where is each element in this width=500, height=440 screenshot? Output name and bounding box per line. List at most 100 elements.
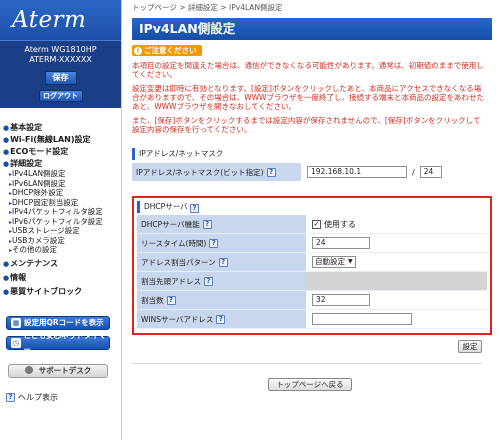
sidebar: Aterm Aterm WG1810HP ATERM-XXXXXX 保存 ログア… bbox=[0, 0, 122, 440]
dhcp-server-checkbox-label: 使用する bbox=[324, 219, 356, 229]
nav-sub-label: USBカメラ設定 bbox=[12, 235, 65, 245]
assign-count-row: 割当数 ? 32 bbox=[137, 291, 487, 310]
breadcrumb-current: IPv4LAN側設定 bbox=[229, 3, 283, 12]
bullet-icon: ● bbox=[3, 287, 10, 296]
assign-pattern-label-text: アドレス割当パターン bbox=[141, 257, 216, 267]
nav-malicious-site-block[interactable]: ●悪質サイトブロック bbox=[0, 286, 121, 298]
breadcrumb-separator: > bbox=[220, 3, 227, 12]
dhcp-section-heading: DHCPサーバ ? bbox=[137, 201, 487, 213]
dhcp-server-label: DHCPサーバ機能 ? bbox=[137, 215, 306, 233]
lease-time-input[interactable]: 24 bbox=[312, 237, 370, 249]
nav-label: ECOモード設定 bbox=[10, 147, 69, 156]
help-icon[interactable]: ? bbox=[209, 238, 219, 248]
assign-pattern-select[interactable]: 自動設定 ▼ bbox=[312, 256, 356, 268]
wins-server-label-text: WINSサーバアドレス bbox=[141, 314, 214, 324]
ip-netmask-value: 192.168.10.1 / 24 bbox=[301, 163, 492, 181]
support-icon bbox=[24, 366, 33, 374]
start-address-label: 割当先頭アドレス ? bbox=[137, 272, 306, 290]
logout-button[interactable]: ログアウト bbox=[38, 90, 83, 102]
nav-eco-mode[interactable]: ●ECOモード設定 bbox=[0, 146, 121, 158]
breadcrumb-top[interactable]: トップページ bbox=[132, 3, 177, 12]
help-icon[interactable]: ? bbox=[166, 295, 176, 305]
netmask-input[interactable]: 24 bbox=[419, 166, 442, 178]
wins-server-value bbox=[306, 310, 487, 328]
help-icon: ? bbox=[6, 393, 15, 402]
help-icon[interactable]: ? bbox=[204, 276, 213, 286]
nav-label: メンテナンス bbox=[10, 258, 58, 268]
kids-net-timer-button[interactable]: ◷ こども安心ネットタイマー bbox=[6, 331, 110, 354]
lease-time-label-text: リースタイム(時間) bbox=[141, 238, 207, 248]
caution-badge-label: ご注意ください bbox=[144, 46, 197, 55]
save-button[interactable]: 保存 bbox=[44, 71, 77, 85]
breadcrumb-advanced[interactable]: 詳細設定 bbox=[188, 3, 218, 12]
qr-code-icon: ▦ bbox=[11, 318, 21, 328]
nav-sub-label: IPv6LAN側設定 bbox=[12, 178, 66, 188]
nav-maintenance[interactable]: ●メンテナンス bbox=[0, 258, 121, 270]
qr-code-button[interactable]: ▦ 設定用QRコードを表示 bbox=[6, 316, 110, 330]
nav-wifi-settings[interactable]: ●Wi-Fi(無線LAN)設定 bbox=[0, 134, 121, 146]
nav-sub-label: IPv4LAN側設定 bbox=[12, 169, 66, 178]
ip-address-input[interactable]: 192.168.10.1 bbox=[307, 166, 407, 178]
breadcrumb-separator: > bbox=[179, 3, 186, 12]
caution-badge: ! ご注意ください bbox=[132, 45, 202, 56]
main-content: トップページ > 詳細設定 > IPv4LAN側設定 IPv4LAN側設定 ! … bbox=[132, 0, 492, 391]
ip-section: IPアドレス/ネットマスク IPアドレス/ネットマスク(ビット指定) ? 192… bbox=[132, 148, 492, 182]
dhcp-server-label-text: DHCPサーバ機能 bbox=[141, 219, 200, 229]
lease-time-label: リースタイム(時間) ? bbox=[137, 234, 306, 252]
wins-server-input[interactable] bbox=[312, 313, 412, 325]
help-icon[interactable]: ? bbox=[266, 167, 276, 177]
sidebar-nav: ●基本設定 ●Wi-Fi(無線LAN)設定 ●ECOモード設定 ●詳細設定 ▸I… bbox=[0, 122, 121, 298]
help-icon[interactable]: ? bbox=[190, 204, 199, 213]
setting-button[interactable]: 設定 bbox=[458, 340, 482, 353]
help-link[interactable]: ? ヘルプ表示 bbox=[6, 392, 58, 403]
divider bbox=[132, 363, 482, 364]
nav-sub-other[interactable]: ▸その他の設定 bbox=[0, 245, 121, 256]
bullet-icon: ● bbox=[3, 124, 10, 132]
assign-count-input[interactable]: 32 bbox=[312, 294, 370, 306]
help-icon[interactable]: ? bbox=[202, 219, 212, 229]
bullet-icon: ● bbox=[3, 160, 10, 168]
nav-sub-label: DHCP固定割当設定 bbox=[12, 197, 79, 207]
start-address-row: 割当先頭アドレス ? bbox=[137, 272, 487, 291]
nav-sub-label: IPv4パケットフィルタ設定 bbox=[12, 207, 103, 216]
ip-netmask-row: IPアドレス/ネットマスク(ビット指定) ? 192.168.10.1 / 24 bbox=[132, 163, 492, 182]
model-name: Aterm WG1810HP bbox=[24, 45, 97, 54]
help-icon[interactable]: ? bbox=[218, 257, 228, 267]
wins-server-row: WINSサーバアドレス ? bbox=[137, 310, 487, 329]
breadcrumb: トップページ > 詳細設定 > IPv4LAN側設定 bbox=[132, 0, 492, 12]
bullet-icon: ● bbox=[3, 259, 10, 268]
logo-band: Aterm bbox=[0, 0, 121, 40]
nav-sub-label: IPv6パケットフィルタ設定 bbox=[12, 216, 103, 226]
nav-label: 悪質サイトブロック bbox=[10, 286, 83, 296]
nav-label: 基本設定 bbox=[10, 123, 43, 132]
bullet-icon: ● bbox=[3, 136, 10, 144]
nav-label: 詳細設定 bbox=[10, 159, 43, 168]
dhcp-server-row: DHCPサーバ機能 ? ✓ 使用する bbox=[137, 215, 487, 234]
nav-label: 情報 bbox=[10, 272, 27, 282]
support-desk-button[interactable]: サポートデスク bbox=[8, 364, 108, 378]
caution-text-1: 本項目の設定を間違えた場合は、通信ができなくなる可能性があります。通常は、初期値… bbox=[132, 61, 484, 79]
support-desk-label: サポートデスク bbox=[38, 366, 92, 375]
nav-info[interactable]: ●情報 bbox=[0, 272, 121, 284]
bullet-icon: ● bbox=[3, 273, 10, 282]
nav-basic-settings[interactable]: ●基本設定 bbox=[0, 122, 121, 134]
aterm-logo: Aterm bbox=[12, 7, 87, 33]
nav-label: Wi-Fi(無線LAN)設定 bbox=[10, 135, 91, 144]
ip-netmask-label-text: IPアドレス/ネットマスク(ビット指定) bbox=[136, 167, 264, 177]
dhcp-server-checkbox[interactable]: ✓ bbox=[312, 219, 321, 229]
dhcp-section: DHCPサーバ ? DHCPサーバ機能 ? ✓ 使用する リースタイム(時間) … bbox=[132, 196, 492, 335]
nav-sub-label: その他の設定 bbox=[12, 245, 58, 254]
assign-pattern-selected: 自動設定 bbox=[315, 257, 345, 266]
lease-time-row: リースタイム(時間) ? 24 bbox=[137, 234, 487, 253]
nav-sub-label: USBストレージ設定 bbox=[12, 226, 80, 235]
timer-icon: ◷ bbox=[11, 338, 21, 348]
device-id: ATERM-XXXXXX bbox=[29, 55, 92, 64]
kids-net-timer-label: こども安心ネットタイマー bbox=[23, 331, 107, 354]
wins-server-label: WINSサーバアドレス ? bbox=[137, 310, 306, 328]
chevron-down-icon: ▼ bbox=[348, 258, 353, 265]
help-icon[interactable]: ? bbox=[216, 314, 226, 324]
start-address-label-text: 割当先頭アドレス bbox=[141, 276, 201, 286]
dhcp-heading-text: DHCPサーバ bbox=[144, 202, 188, 211]
lease-time-value: 24 bbox=[306, 234, 487, 252]
back-to-top-button[interactable]: トップページへ戻る bbox=[268, 378, 352, 391]
